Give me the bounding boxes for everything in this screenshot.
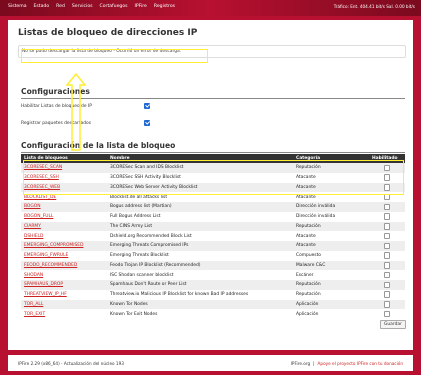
menu-item-ipfire[interactable]: IPFire xyxy=(135,4,147,9)
table-row: EMERGING_COMPROMISED Emerging Threats Com… xyxy=(21,241,405,251)
log-dropped-checkbox[interactable] xyxy=(144,120,150,126)
menu-item-estado[interactable]: Estado xyxy=(34,4,50,9)
blocklist-name: Full Bogus Address List xyxy=(110,214,161,220)
blocklist-category: Aplicación xyxy=(296,301,319,307)
enabled-cell xyxy=(369,290,405,300)
table-row: TOR_ALL Known Tor Nodes Aplicación xyxy=(21,299,405,310)
blocklist-name: Emerging Threats Compromised IPs xyxy=(110,243,189,249)
enable-checkbox[interactable] xyxy=(383,281,391,288)
blocklist-name: Threatview.io Malicious IP Blocklist for… xyxy=(110,292,249,298)
blocklist-category: Escáner xyxy=(296,272,314,278)
blocklist-category: Aplicación xyxy=(296,311,319,317)
blocklist-name: Known Tor Exit Nodes xyxy=(110,311,158,317)
blocklist-id-link[interactable]: BOGON xyxy=(21,202,107,212)
table-row: DSHIELD Dshield.org Recommended Block Lis… xyxy=(21,231,405,241)
blocklist-name: Dshield.org Recommended Block List xyxy=(110,233,192,239)
enabled-cell xyxy=(369,261,405,271)
donate-link[interactable]: Apoye el proyecto IPFire con tu donación xyxy=(318,361,403,366)
arrow-annotation-icon xyxy=(65,72,87,151)
footer: IPFire 2.29 (x86_64) - Actualización del… xyxy=(8,355,413,371)
table-row: FEODO_RECOMMENDED Feodo Trojan IP Blockli… xyxy=(21,260,405,271)
table-row: BOGON_FULL Full Bogus Address List Direcci… xyxy=(21,211,405,222)
blocklist-category: Atacante xyxy=(296,233,316,239)
enable-checkbox[interactable] xyxy=(383,242,391,249)
blocklist-id-link[interactable]: EMERGING_COMPROMISED xyxy=(21,241,107,251)
blocklist-name: Known Tor Nodes xyxy=(110,301,148,307)
blocklist-category: Dirección inválida xyxy=(296,214,336,220)
blocklist-id-link[interactable]: SHODAN xyxy=(21,270,107,280)
enabled-cell xyxy=(369,251,405,261)
table-row: TOR_EXIT Known Tor Exit Nodes Aplicación xyxy=(21,309,405,319)
blocklist-category: Reputación xyxy=(296,292,321,298)
traffic-status: Tráfico: Ent. 404.41 bit/s Sal. 0.00 bit… xyxy=(333,4,415,9)
enable-blocklists-checkbox[interactable] xyxy=(144,103,150,109)
table-row: THREATVIEW_IP_HF Threatview.io Malicious … xyxy=(21,289,405,300)
enable-checkbox[interactable] xyxy=(383,223,391,230)
save-button[interactable]: Guardar xyxy=(380,320,406,329)
blocklist-id-link[interactable]: DSHIELD xyxy=(21,231,107,241)
blocklist-name: Spamhaus Don't Route or Peer List xyxy=(110,282,187,288)
blocklist-name: Emerging Threats Blocklist xyxy=(110,253,169,259)
menu-item-red[interactable]: Red xyxy=(56,4,65,9)
blocklist-category: Reputación xyxy=(296,223,321,229)
enable-checkbox[interactable] xyxy=(383,232,391,240)
enable-checkbox[interactable] xyxy=(383,252,391,259)
blocklist-category: Atacante xyxy=(296,243,316,249)
enable-checkbox[interactable] xyxy=(383,262,391,269)
blocklist-category: Reputación xyxy=(296,282,321,288)
enabled-cell xyxy=(369,300,405,310)
highlight-error-annotation xyxy=(21,49,208,63)
blocklist-category: Dirección inválida xyxy=(296,204,336,210)
enabled-cell xyxy=(369,202,405,212)
blocklist-id-link[interactable]: BOGON_FULL xyxy=(21,212,107,222)
enabled-cell xyxy=(369,241,405,251)
enabled-cell xyxy=(369,212,405,222)
blocklist-id-link[interactable]: TOR_ALL xyxy=(21,300,107,310)
enable-checkbox[interactable] xyxy=(383,203,391,210)
enable-checkbox[interactable] xyxy=(383,291,391,298)
menu-item-servicios[interactable]: Servicios xyxy=(72,4,93,9)
blocklist-divider xyxy=(21,152,405,153)
enabled-cell xyxy=(369,309,405,319)
blocklist-id-link[interactable]: FEODO_RECOMMENDED xyxy=(21,261,107,271)
blocklist-id-link[interactable]: SPAMHAUS_DROP xyxy=(21,280,107,290)
page-title: Listas de bloqueo de direcciones IP xyxy=(18,28,198,38)
blocklist-name: Feodo Trojan IP Blocklist (Recommended) xyxy=(110,262,201,268)
table-row: CIARMY The CINS Army List Reputación xyxy=(21,221,405,232)
enabled-cell xyxy=(369,222,405,232)
enabled-cell xyxy=(369,270,405,280)
enabled-cell xyxy=(369,231,405,241)
table-row: EMERGING_FWRULE Emerging Threats Blocklis… xyxy=(21,250,405,261)
blocklist-id-link[interactable]: CIARMY xyxy=(21,222,107,232)
brand-link[interactable]: IPFire.org xyxy=(291,361,310,366)
enable-checkbox[interactable] xyxy=(383,301,391,308)
blocklist-category: Compuesto xyxy=(296,253,321,259)
blocklist-config-heading: Configuración de la lista de bloqueo xyxy=(21,141,176,150)
footer-links: IPFire.org | Apoye el proyecto IPFire con … xyxy=(290,361,403,366)
blocklist-category: Malware C&C xyxy=(296,262,326,268)
enable-checkbox[interactable] xyxy=(383,310,391,318)
table-row: SPAMHAUS_DROP Spamhaus Don't Route or Pee… xyxy=(21,280,405,290)
highlight-3coresec-annotation xyxy=(23,160,404,195)
enabled-cell xyxy=(369,280,405,290)
top-navigation-bar: Sistema Estado Red Servicios Cortafuegos IPFi… xyxy=(0,0,421,16)
menu-item-sistema[interactable]: Sistema xyxy=(8,4,27,9)
table-row: SHODAN ISC Shodan scanner blocklist Escáne… xyxy=(21,270,405,280)
blocklist-id-link[interactable]: EMERGING_FWRULE xyxy=(21,251,107,261)
main-menu: Sistema Estado Red Servicios Cortafuegos IPFi… xyxy=(8,4,182,9)
main-content: Listas de bloqueo de direcciones IP No s… xyxy=(8,20,413,350)
blocklist-name: The CINS Army List xyxy=(110,223,153,229)
enable-checkbox[interactable] xyxy=(383,271,391,279)
version-info: IPFire 2.29 (x86_64) - Actualización del… xyxy=(18,361,124,366)
blocklist-name: ISC Shodan scanner blocklist xyxy=(110,272,174,278)
blocklist-name: Bogus address list (Martian) xyxy=(110,204,172,210)
table-row: BOGON Bogus address list (Martian) Direcci… xyxy=(21,202,405,212)
blocklist-id-link[interactable]: TOR_EXIT xyxy=(21,309,107,319)
blocklist-id-link[interactable]: THREATVIEW_IP_HF xyxy=(21,290,107,300)
menu-item-cortafuegos[interactable]: Cortafuegos xyxy=(100,4,128,9)
menu-item-registros[interactable]: Registros xyxy=(154,4,175,9)
enable-checkbox[interactable] xyxy=(383,213,391,220)
